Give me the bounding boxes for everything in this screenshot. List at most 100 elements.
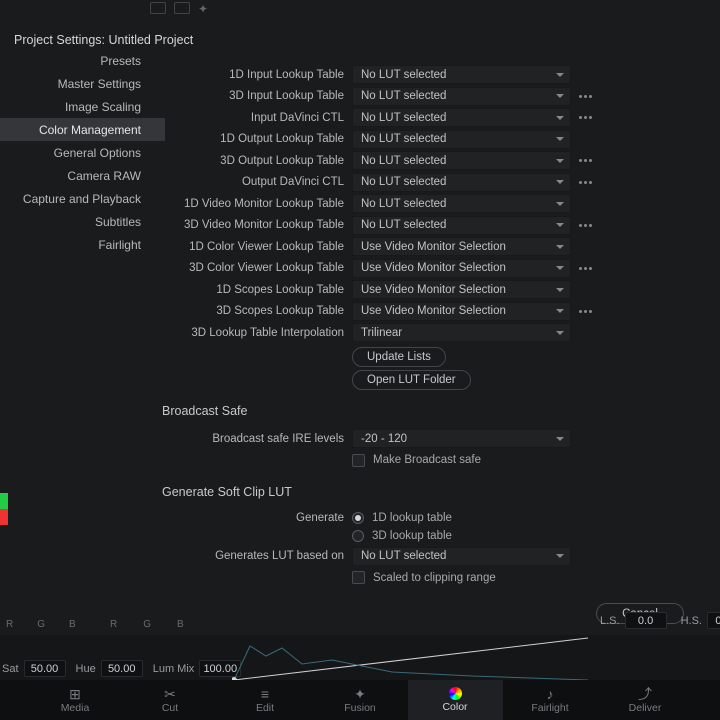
lut-select-7[interactable]: No LUT selected	[352, 216, 571, 235]
lut-select-8[interactable]: Use Video Monitor Selection	[352, 237, 571, 256]
sidebar-item-subtitles[interactable]: Subtitles	[0, 210, 165, 233]
lut-select-value: Use Video Monitor Selection	[361, 262, 506, 274]
scaled-clipping-checkbox[interactable]	[352, 571, 365, 584]
lut-select-9[interactable]: Use Video Monitor Selection	[352, 259, 571, 278]
lut-row-label: 3D Color Viewer Lookup Table	[162, 262, 344, 274]
color-strip-hint	[0, 493, 8, 541]
broadcast-ire-label: Broadcast safe IRE levels	[162, 433, 344, 445]
page-tab-color[interactable]: Color	[408, 680, 503, 720]
hs-value[interactable]: 0.	[707, 612, 720, 629]
color-wheel-icon	[449, 687, 462, 700]
lut-select-value: No LUT selected	[361, 112, 446, 124]
generates-based-select[interactable]: No LUT selected	[352, 547, 571, 566]
view-grid-icon[interactable]	[150, 2, 166, 14]
lut-row-label: 1D Output Lookup Table	[162, 133, 344, 145]
page-tab-cut[interactable]: ✂Cut	[123, 680, 218, 720]
edit-icon: ≡	[261, 687, 269, 701]
lut-select-value: No LUT selected	[361, 69, 446, 81]
generate-soft-clip-header: Generate Soft Clip LUT	[162, 485, 720, 499]
make-broadcast-safe-label: Make Broadcast safe	[373, 454, 481, 466]
scope-channel-letters: RGB	[6, 619, 76, 630]
chevron-down-icon	[556, 116, 564, 120]
chevron-down-icon	[556, 288, 564, 292]
lut-select-6[interactable]: No LUT selected	[352, 194, 571, 213]
cut-icon: ✂	[164, 687, 176, 701]
page-tab-fusion[interactable]: ✦Fusion	[313, 680, 408, 720]
page-tab-label: Cut	[162, 702, 178, 714]
page-tab-fairlight[interactable]: ♪Fairlight	[503, 680, 598, 720]
lut-select-4[interactable]: No LUT selected	[352, 151, 571, 170]
chevron-down-icon	[556, 73, 564, 77]
lut-row-label: 1D Input Lookup Table	[162, 69, 344, 81]
sidebar-item-capture-and-playback[interactable]: Capture and Playback	[0, 187, 165, 210]
lut-select-value: Trilinear	[361, 327, 402, 339]
lut-select-3[interactable]: No LUT selected	[352, 130, 571, 149]
lut-options-icon[interactable]	[579, 181, 597, 184]
sidebar-item-master-settings[interactable]: Master Settings	[0, 72, 165, 95]
lut-select-2[interactable]: No LUT selected	[352, 108, 571, 127]
lut-row-label: Output DaVinci CTL	[162, 176, 344, 188]
lut-select-5[interactable]: No LUT selected	[352, 173, 571, 192]
lummix-label: Lum Mix	[153, 663, 195, 675]
page-tab-media[interactable]: ⊞Media	[28, 680, 123, 720]
settings-main-panel: 1D Input Lookup TableNo LUT selected3D I…	[162, 52, 720, 590]
ls-value[interactable]: 0.0	[625, 612, 667, 629]
hue-value[interactable]: 50.00	[101, 660, 143, 677]
hs-label: H.S.	[681, 615, 702, 627]
lut-row-label: 3D Output Lookup Table	[162, 155, 344, 167]
magic-wand-icon[interactable]: ✦	[198, 2, 214, 14]
lut-select-value: Use Video Monitor Selection	[361, 284, 506, 296]
lut-options-icon[interactable]	[579, 267, 597, 270]
dialog-title: Project Settings: Untitled Project	[14, 33, 193, 47]
view-list-icon[interactable]	[174, 2, 190, 14]
lut-select-0[interactable]: No LUT selected	[352, 65, 571, 84]
sidebar-item-camera-raw[interactable]: Camera RAW	[0, 164, 165, 187]
page-tab-label: Fairlight	[531, 702, 568, 714]
lut-select-1[interactable]: No LUT selected	[352, 87, 571, 106]
lut-select-value: No LUT selected	[361, 133, 446, 145]
broadcast-ire-select[interactable]: -20 - 120	[352, 429, 571, 448]
open-lut-folder-button[interactable]: Open LUT Folder	[352, 370, 471, 390]
sidebar-item-fairlight[interactable]: Fairlight	[0, 233, 165, 256]
settings-sidebar: PresetsMaster SettingsImage ScalingColor…	[0, 49, 165, 256]
sidebar-item-color-management[interactable]: Color Management	[0, 118, 165, 141]
update-lists-button[interactable]: Update Lists	[352, 347, 446, 367]
page-tab-label: Fusion	[344, 702, 376, 714]
chevron-down-icon	[556, 137, 564, 141]
scaled-clipping-label: Scaled to clipping range	[373, 572, 496, 584]
chevron-down-icon	[556, 266, 564, 270]
lut-options-icon[interactable]	[579, 224, 597, 227]
chevron-down-icon	[556, 223, 564, 227]
make-broadcast-safe-checkbox[interactable]	[352, 454, 365, 467]
broadcast-safe-header: Broadcast Safe	[162, 404, 720, 418]
page-tab-deliver[interactable]: ⤴Deliver	[598, 680, 693, 720]
sidebar-item-image-scaling[interactable]: Image Scaling	[0, 95, 165, 118]
curves-panel[interactable]	[232, 636, 590, 682]
page-tab-label: Media	[61, 702, 90, 714]
lut-options-icon[interactable]	[579, 116, 597, 119]
lut-select-12[interactable]: Trilinear	[352, 323, 571, 342]
sidebar-item-general-options[interactable]: General Options	[0, 141, 165, 164]
sat-value[interactable]: 50.00	[24, 660, 66, 677]
lut-options-icon[interactable]	[579, 95, 597, 98]
chevron-down-icon	[556, 245, 564, 249]
lut-select-value: No LUT selected	[361, 90, 446, 102]
lut-row-label: Input DaVinci CTL	[162, 112, 344, 124]
lut-select-11[interactable]: Use Video Monitor Selection	[352, 302, 571, 321]
lut-select-value: No LUT selected	[361, 198, 446, 210]
chevron-down-icon	[556, 94, 564, 98]
page-tab-label: Deliver	[629, 702, 662, 714]
generate-1d-radio[interactable]	[352, 512, 364, 524]
lut-row-label: 3D Video Monitor Lookup Table	[162, 219, 344, 231]
lut-row-label: 1D Color Viewer Lookup Table	[162, 241, 344, 253]
lut-row-label: 1D Video Monitor Lookup Table	[162, 198, 344, 210]
lut-options-icon[interactable]	[579, 159, 597, 162]
generate-3d-radio[interactable]	[352, 530, 364, 542]
fusion-icon: ✦	[354, 687, 366, 701]
fairlight-icon: ♪	[547, 687, 554, 701]
lut-options-icon[interactable]	[579, 310, 597, 313]
soft-clip-params: L.S. 0.0 H.S. 0.	[600, 612, 720, 629]
page-tab-edit[interactable]: ≡Edit	[218, 680, 313, 720]
sidebar-item-presets[interactable]: Presets	[0, 49, 165, 72]
lut-select-10[interactable]: Use Video Monitor Selection	[352, 280, 571, 299]
